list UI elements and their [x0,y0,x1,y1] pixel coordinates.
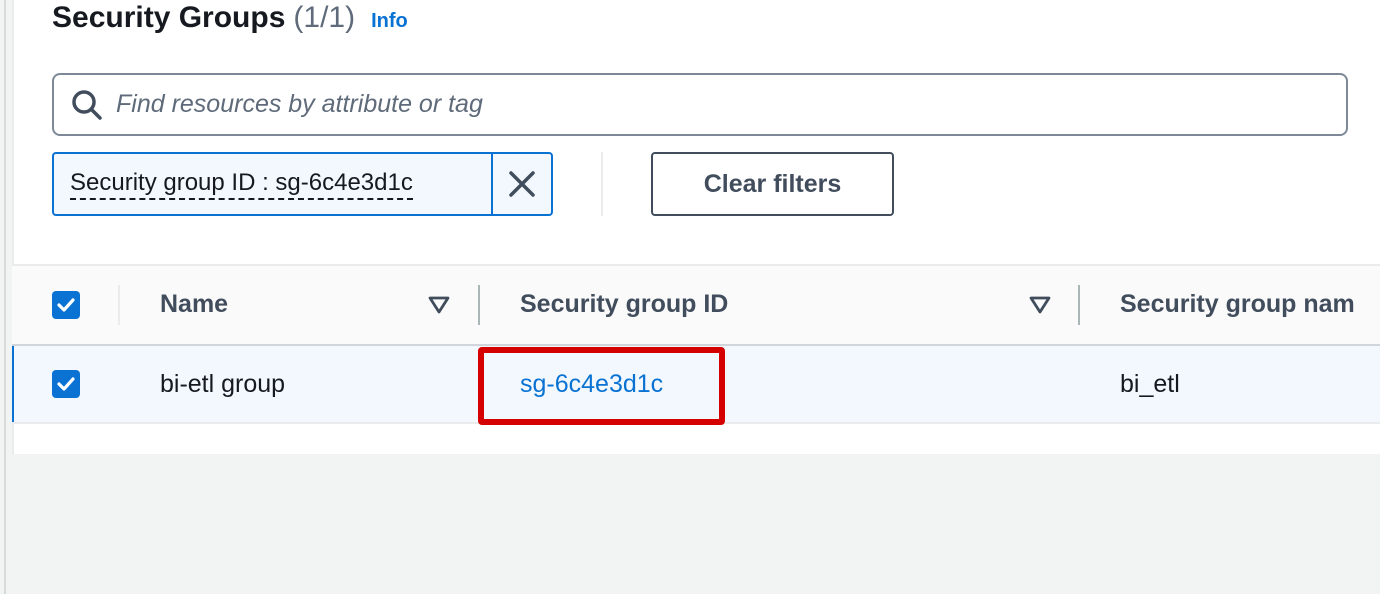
sort-caret-icon[interactable] [1029,296,1051,314]
selection-count: (1/1) [293,1,356,34]
clear-filters-button[interactable]: Clear filters [651,152,894,216]
filter-token-label[interactable]: Security group ID : sg-6c4e3d1c [54,154,491,214]
search-input[interactable] [116,84,1296,125]
column-header-security-group-name[interactable]: Security group nam [1120,290,1355,319]
cell-security-group-name: bi_etl [1120,370,1180,398]
column-resizer[interactable] [1078,285,1080,325]
info-link[interactable]: Info [371,10,408,33]
cell-name: bi-etl group [160,370,286,398]
sort-caret-icon[interactable] [428,296,450,314]
checkmark-icon [57,298,75,312]
filter-token-remove-button[interactable] [491,154,551,214]
page-title: Security Groups [52,1,286,34]
column-header-security-group-id[interactable]: Security group ID [520,290,728,319]
column-divider [118,285,120,325]
filter-token-text: Security group ID : sg-6c4e3d1c [70,168,413,200]
page-left-border [4,0,6,594]
select-all-checkbox[interactable] [52,291,80,319]
table-row-divider [12,422,1380,424]
column-header-name[interactable]: Name [160,290,228,319]
filter-divider [601,152,603,216]
close-icon [509,171,535,197]
table-row[interactable]: bi-etl group sg-6c4e3d1c bi_etl [12,346,1380,422]
filter-token[interactable]: Security group ID : sg-6c4e3d1c [52,152,553,216]
search-icon [72,89,102,120]
search-field[interactable] [52,73,1348,136]
row-select-checkbox[interactable] [52,370,80,398]
table-header: Name Security group ID Security group na… [12,266,1380,344]
page-header: Security Groups (1/1) Info [52,0,408,40]
column-resizer[interactable] [478,285,480,325]
security-group-id-link[interactable]: sg-6c4e3d1c [520,370,663,399]
checkmark-icon [57,377,75,391]
